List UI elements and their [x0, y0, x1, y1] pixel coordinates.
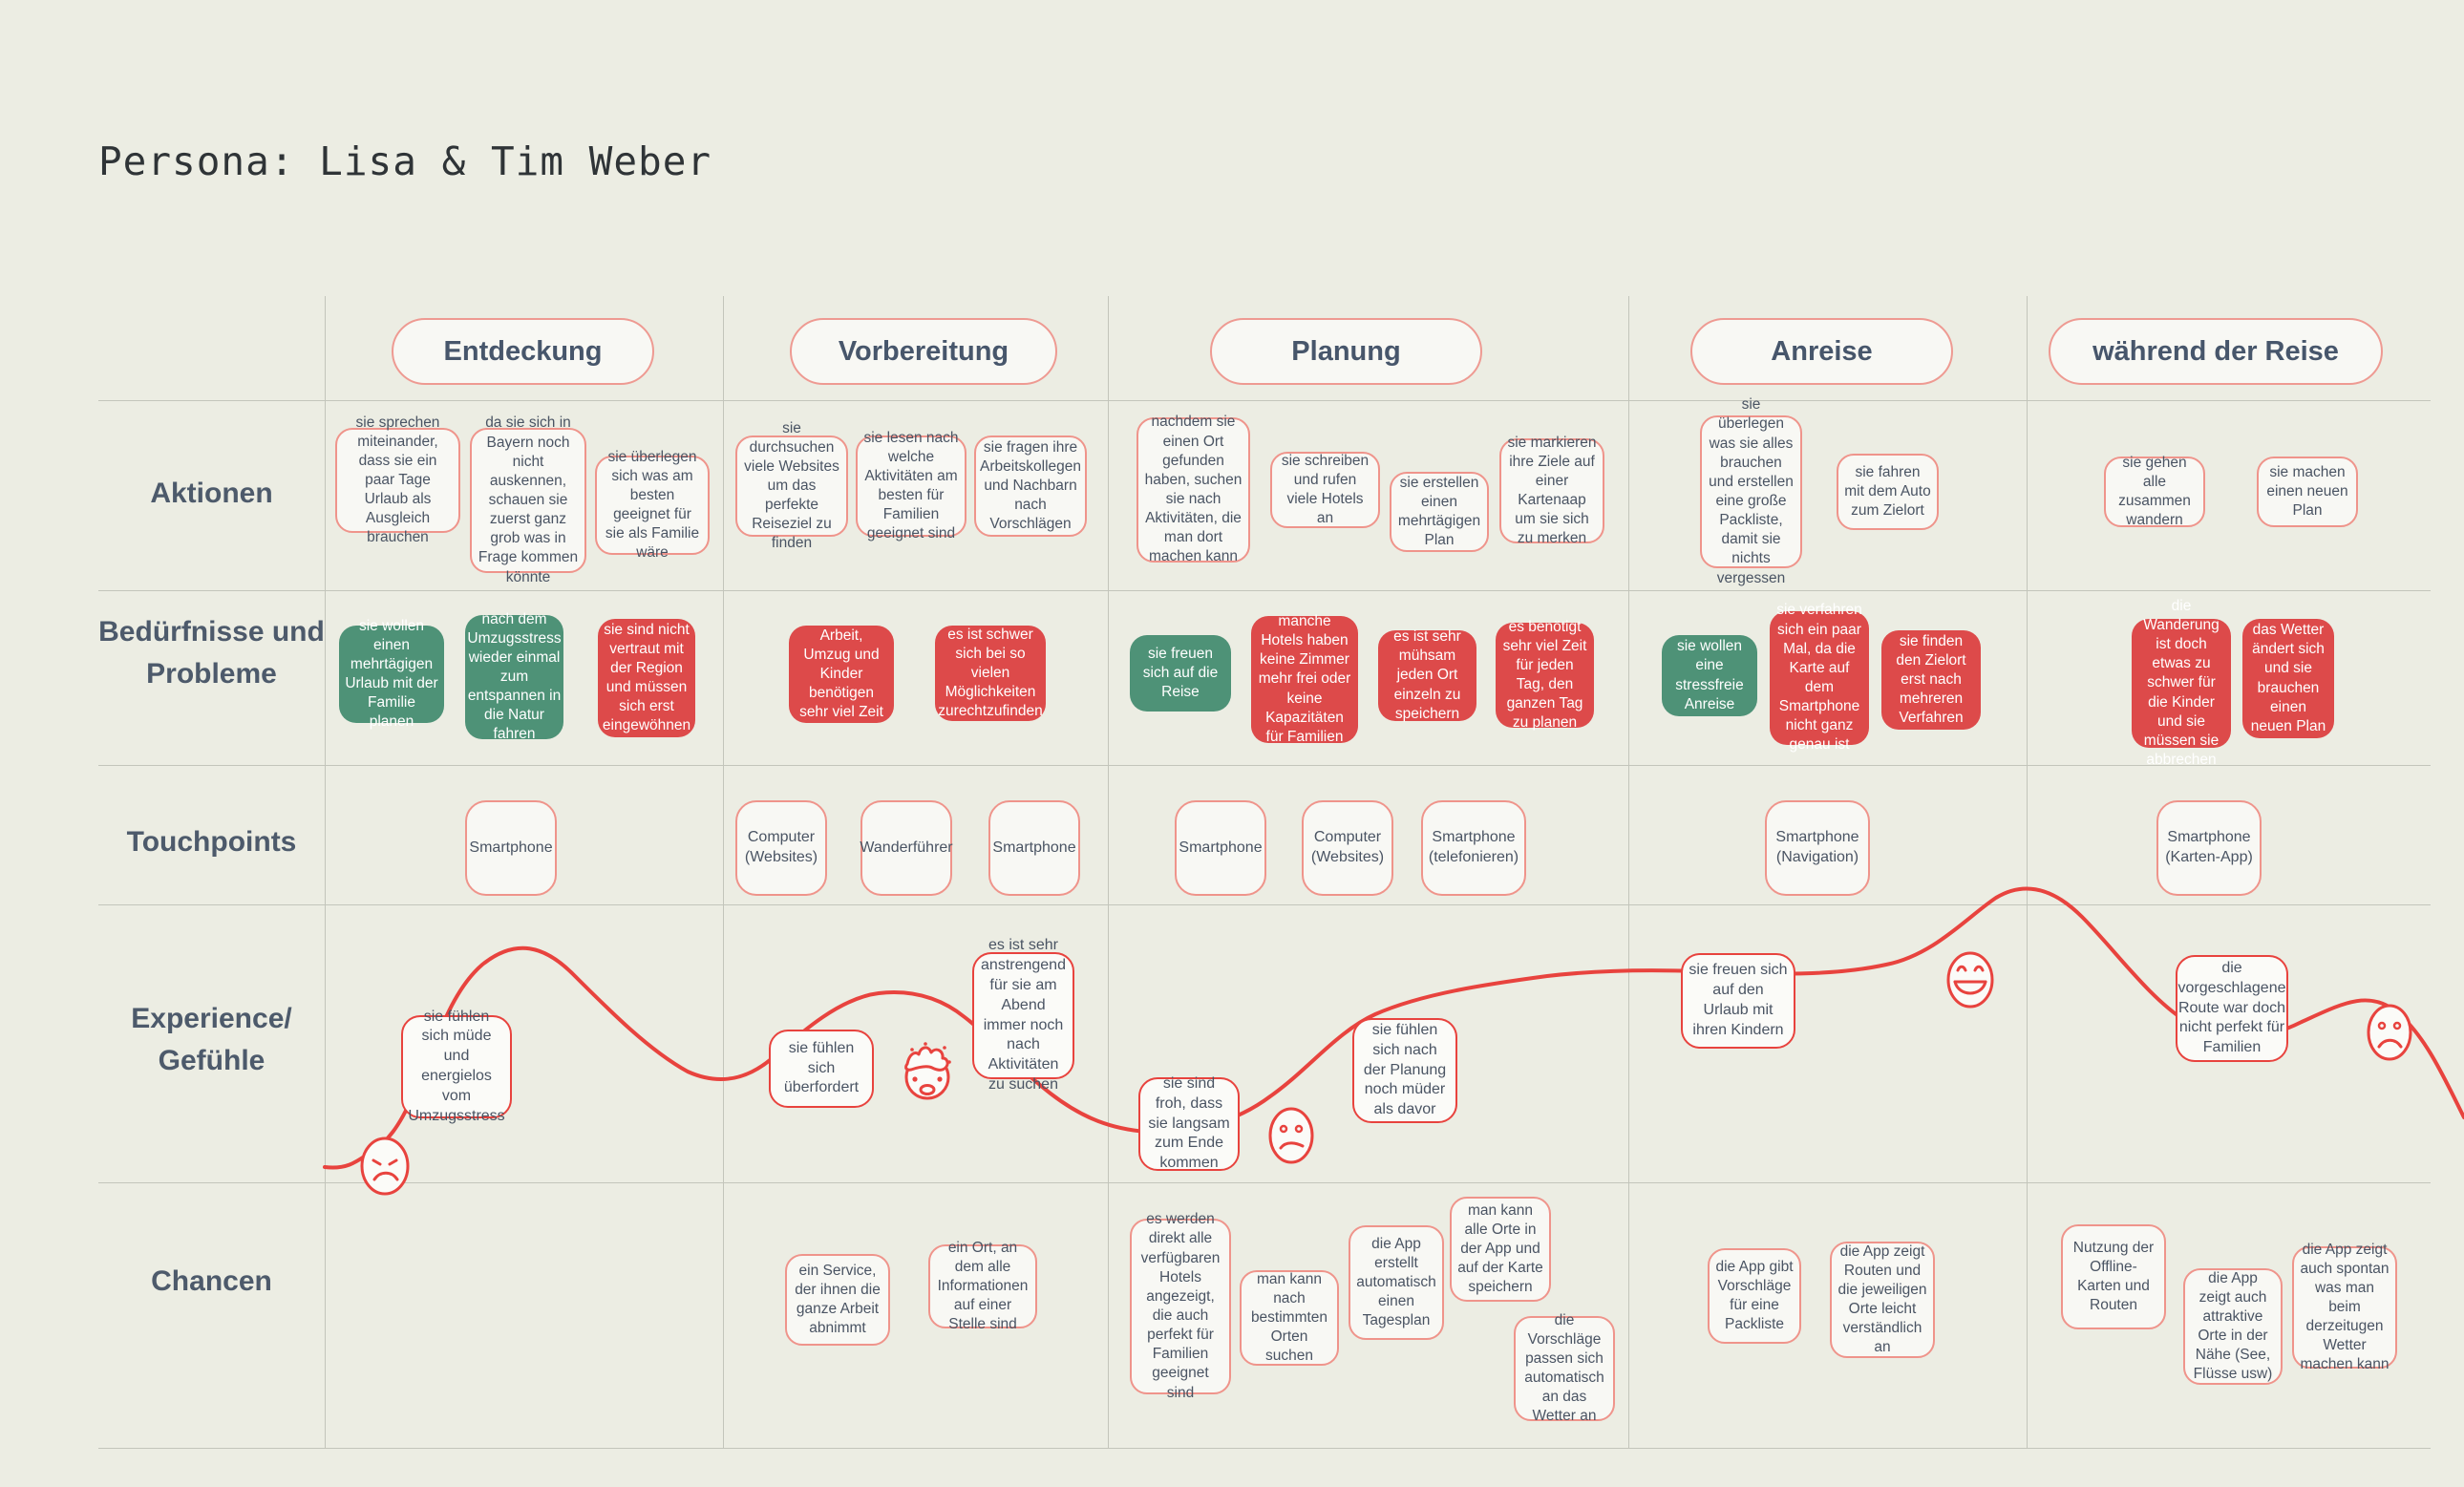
- experience-note-card[interactable]: es ist sehr anstrengend für sie am Abend…: [972, 937, 1074, 1093]
- row-divider-aktionen: [98, 590, 2431, 591]
- opportunity-card[interactable]: ein Service, der ihnen die ganze Arbeit …: [785, 1254, 890, 1346]
- journey-map-board: Persona: Lisa & Tim Weber Entdeckung Vor…: [0, 0, 2464, 1487]
- row-label-beduerfnisse: Bedürfnisse und Probleme: [98, 616, 325, 690]
- opportunity-card[interactable]: die App zeigt auch attraktive Orte in de…: [2183, 1268, 2283, 1385]
- action-card[interactable]: sie überlegen sich was am besten geeigne…: [595, 449, 710, 561]
- action-card[interactable]: sie fahren mit dem Auto zum Zielort: [1837, 454, 1939, 530]
- need-card-positive[interactable]: sie wollen eine stressfreie Anreise: [1662, 635, 1757, 716]
- need-card-positive[interactable]: sie wollen einen mehrtägigen Urlaub mit …: [339, 618, 444, 730]
- need-card-negative[interactable]: Arbeit, Umzug und Kinder benötigen sehr …: [789, 626, 894, 723]
- row-label-experience: Experience/ Gefühle: [131, 1003, 292, 1076]
- experience-note-card[interactable]: sie fühlen sich überfordert: [769, 1030, 874, 1108]
- action-card[interactable]: sie erstellen einen mehrtägigen Plan: [1390, 472, 1489, 552]
- touchpoint-card[interactable]: Computer (Websites): [735, 800, 827, 896]
- touchpoint-card[interactable]: Smartphone: [988, 800, 1080, 896]
- phase-label: während der Reise: [2092, 335, 2339, 367]
- action-card[interactable]: sie gehen alle zusammen wandern: [2104, 455, 2205, 528]
- row-label-touchpoints: Touchpoints: [126, 826, 297, 858]
- phase-header-planung[interactable]: Planung: [1210, 318, 1482, 385]
- opportunity-card[interactable]: es werden direkt alle verfügbaren Hotels…: [1130, 1211, 1231, 1401]
- opportunity-card[interactable]: ein Ort, an dem alle Informationen auf e…: [928, 1240, 1037, 1332]
- experience-note-card[interactable]: sie fühlen sich nach der Planung noch mü…: [1352, 1018, 1457, 1123]
- column-divider-5: [2027, 296, 2028, 1449]
- need-card-negative[interactable]: die Wanderung ist doch etwas zu schwer f…: [2132, 598, 2231, 768]
- opportunity-card[interactable]: man kann alle Orte in der App und auf de…: [1450, 1197, 1551, 1302]
- touchpoint-card[interactable]: Wanderführer: [860, 800, 953, 896]
- phase-label: Anreise: [1771, 335, 1873, 367]
- phase-header-waehrend-der-reise[interactable]: während der Reise: [2049, 318, 2383, 385]
- touchpoint-card[interactable]: Computer (Websites): [1302, 800, 1393, 896]
- need-card-negative[interactable]: manche Hotels haben keine Zimmer mehr fr…: [1251, 613, 1358, 745]
- phase-label: Planung: [1291, 335, 1401, 367]
- phase-label: Vorbereitung: [838, 335, 1009, 367]
- need-card-negative[interactable]: sie finden den Zielort erst nach mehrere…: [1881, 630, 1981, 730]
- touchpoint-card[interactable]: Smartphone (Navigation): [1765, 800, 1870, 896]
- need-card-negative[interactable]: sie verfahren sich ein paar Mal, da die …: [1770, 602, 1869, 753]
- column-divider-4: [1628, 296, 1629, 1449]
- action-card[interactable]: sie durchsuchen viele Websites um das pe…: [735, 420, 848, 551]
- opportunity-card[interactable]: die App gibt Vorschläge für eine Packlis…: [1708, 1248, 1801, 1344]
- touchpoint-card[interactable]: Smartphone (Karten-App): [2156, 800, 2262, 896]
- row-label-aktionen: Aktionen: [150, 478, 273, 509]
- phase-header-anreise[interactable]: Anreise: [1690, 318, 1953, 385]
- opportunity-card[interactable]: die App zeigt auch spontan was man beim …: [2292, 1242, 2397, 1372]
- opportunity-card[interactable]: die App erstellt automatisch einen Tages…: [1349, 1225, 1444, 1340]
- experience-note-card[interactable]: sie sind froh, dass sie langsam zum Ende…: [1138, 1075, 1240, 1171]
- need-card-negative[interactable]: es ist sehr mühsam jeden Ort einzeln zu …: [1378, 628, 1476, 722]
- need-card-negative[interactable]: sie sind nicht vertraut mit der Region u…: [598, 619, 695, 737]
- row-divider-bottom: [98, 1448, 2431, 1449]
- action-card[interactable]: sie lesen nach welche Aktivitäten am bes…: [856, 430, 966, 542]
- opportunity-card[interactable]: die Vorschläge passen sich automatisch a…: [1514, 1312, 1615, 1424]
- need-card-positive[interactable]: nach dem Umzugsstress wieder einmal zum …: [465, 611, 563, 742]
- need-card-negative[interactable]: es benötigt sehr viel Zeit für jeden Tag…: [1496, 619, 1594, 731]
- column-divider-3: [1108, 296, 1109, 1449]
- action-card[interactable]: da sie sich in Bayern noch nicht auskenn…: [470, 414, 586, 585]
- action-card[interactable]: sie fragen ihre Arbeitskollegen und Nach…: [974, 435, 1087, 537]
- column-divider-2: [723, 296, 724, 1449]
- need-card-negative[interactable]: das Wetter ändert sich und sie brauchen …: [2242, 619, 2334, 738]
- experience-note-card[interactable]: sie freuen sich auf den Urlaub mit ihren…: [1681, 953, 1795, 1049]
- phase-header-vorbereitung[interactable]: Vorbereitung: [790, 318, 1057, 385]
- confused-face-icon: [1265, 1106, 1317, 1170]
- column-divider-1: [325, 296, 326, 1449]
- opportunity-card[interactable]: man kann nach bestimmten Orten suchen: [1240, 1270, 1339, 1366]
- exploding-head-icon: [900, 1041, 955, 1105]
- touchpoint-card[interactable]: Smartphone (telefonieren): [1421, 800, 1526, 896]
- action-card[interactable]: sie sprechen miteinander, dass sie ein p…: [335, 414, 460, 545]
- opportunity-card[interactable]: die App zeigt Routen und die jeweiligen …: [1830, 1242, 1935, 1358]
- opportunity-card[interactable]: Nutzung der Offline-Karten und Routen: [2061, 1224, 2166, 1329]
- action-card[interactable]: nachdem sie einen Ort gefunden haben, su…: [1136, 414, 1250, 564]
- row-divider-beduerfnisse: [98, 765, 2431, 766]
- row-divider-touchpoints: [98, 904, 2431, 905]
- experience-note-card[interactable]: die vorgeschlagene Route war doch nicht …: [2176, 955, 2288, 1062]
- touchpoint-card[interactable]: Smartphone: [465, 800, 557, 896]
- row-divider-header: [98, 400, 2431, 401]
- need-card-negative[interactable]: es ist schwer sich bei so vielen Möglich…: [935, 626, 1046, 721]
- phase-label: Entdeckung: [443, 335, 603, 367]
- experience-note-card[interactable]: sie fühlen sich müde und energielos vom …: [401, 1009, 512, 1124]
- page-title: Persona: Lisa & Tim Weber: [98, 138, 712, 184]
- frowning-face-icon: [2364, 1003, 2415, 1067]
- phase-header-entdeckung[interactable]: Entdeckung: [392, 318, 654, 385]
- need-card-positive[interactable]: sie freuen sich auf die Reise: [1130, 635, 1231, 712]
- sad-face-icon: [359, 1136, 411, 1200]
- grinning-face-icon: [1944, 950, 1997, 1014]
- touchpoint-card[interactable]: Smartphone: [1175, 800, 1266, 896]
- row-divider-experience: [98, 1182, 2431, 1183]
- action-card[interactable]: sie markieren ihre Ziele auf einer Karte…: [1499, 435, 1604, 546]
- action-card[interactable]: sie machen einen neuen Plan: [2257, 457, 2358, 527]
- action-card[interactable]: sie überlegen was sie alles brauchen und…: [1700, 396, 1802, 586]
- action-card[interactable]: sie schreiben und rufen viele Hotels an: [1270, 452, 1380, 528]
- row-label-chancen: Chancen: [151, 1265, 272, 1297]
